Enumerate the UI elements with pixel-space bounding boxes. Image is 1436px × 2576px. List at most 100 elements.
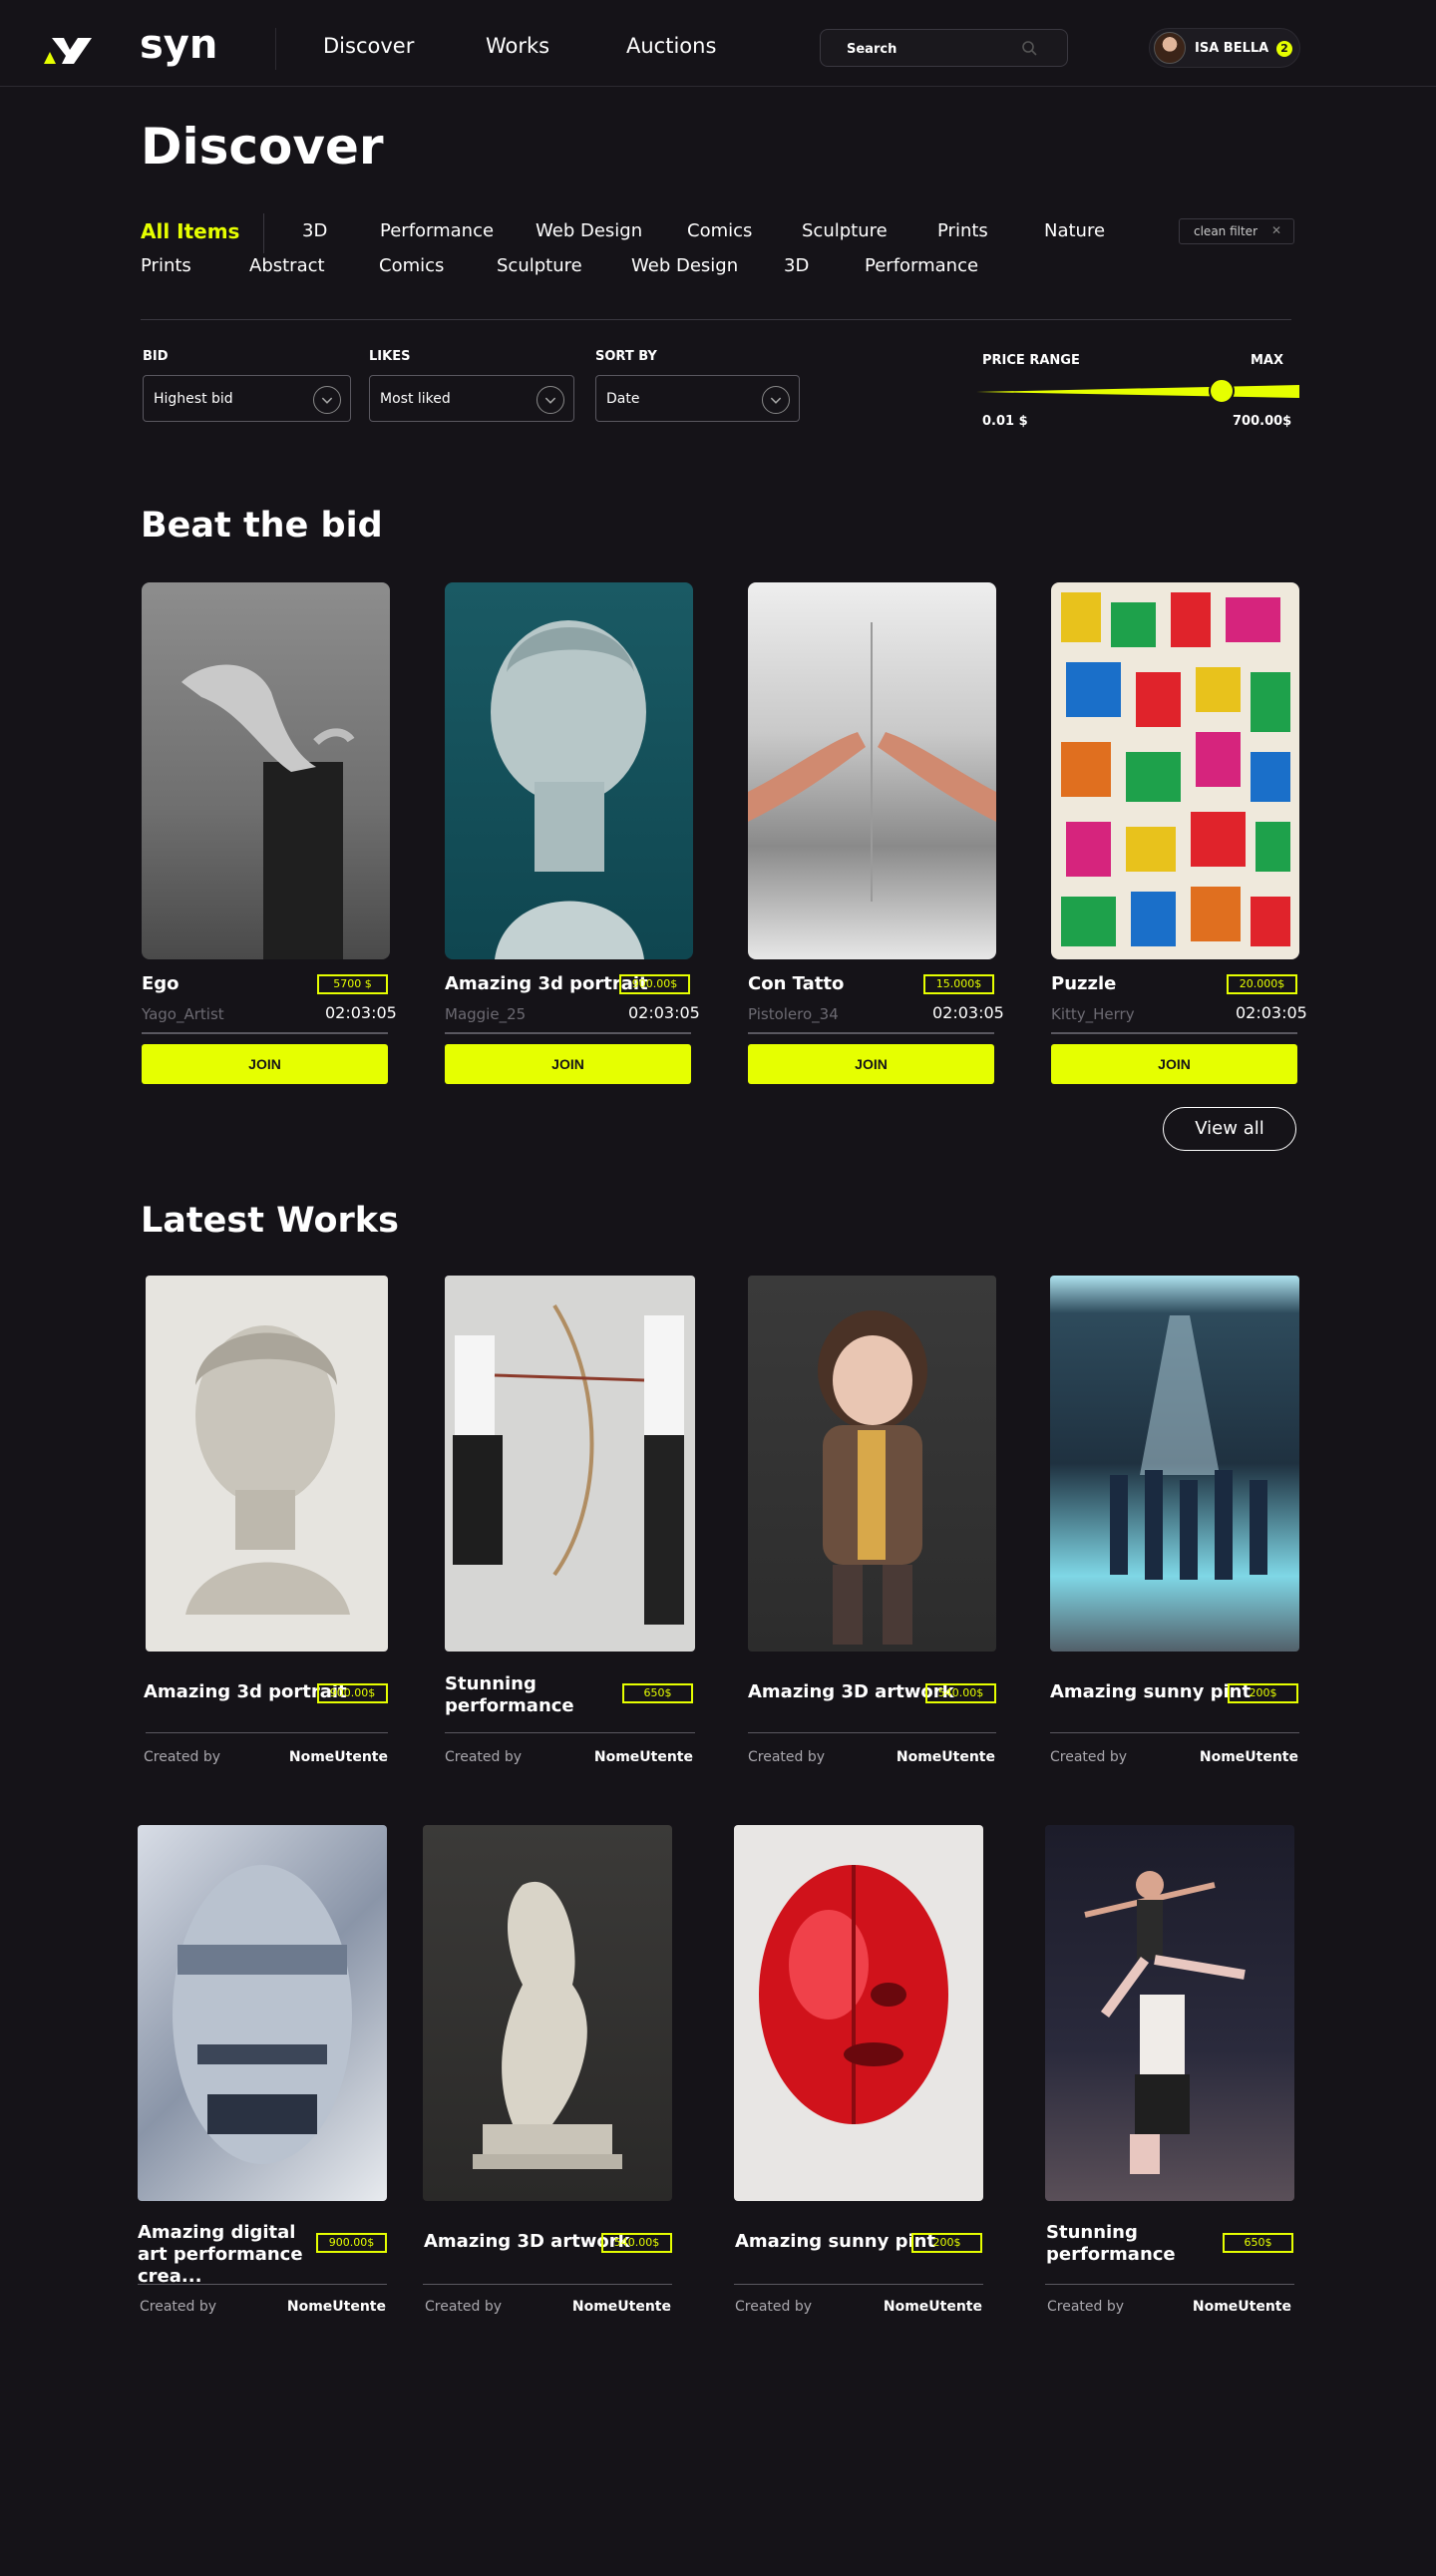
search-icon[interactable] bbox=[1020, 39, 1040, 59]
touching-hands-image bbox=[748, 622, 996, 902]
category-comics[interactable]: Comics bbox=[687, 220, 752, 241]
latest-works-title: Latest Works bbox=[141, 1201, 399, 1241]
mural-face-image bbox=[173, 1865, 352, 2164]
artwork-image[interactable] bbox=[1045, 1825, 1294, 2201]
card-divider bbox=[146, 1732, 388, 1733]
price-max-label: MAX bbox=[1251, 353, 1284, 368]
card-divider bbox=[748, 1732, 996, 1733]
created-by-label: Created by bbox=[144, 1749, 221, 1765]
card-title[interactable]: Amazing digital art performance crea... bbox=[138, 2222, 307, 2288]
search-input[interactable] bbox=[847, 39, 1016, 59]
creator-name[interactable]: NomeUtente bbox=[286, 2299, 386, 2315]
card-title[interactable]: Amazing 3D artwork bbox=[748, 1681, 954, 1702]
card-divider bbox=[142, 1032, 388, 1034]
created-by-label: Created by bbox=[1050, 1749, 1128, 1765]
3d-character-image bbox=[818, 1310, 927, 1645]
category-abstract[interactable]: Abstract bbox=[249, 255, 325, 276]
card-divider bbox=[138, 2284, 387, 2285]
user-menu[interactable]: ISA BELLA 2 bbox=[1149, 28, 1300, 68]
category-performance[interactable]: Performance bbox=[380, 220, 494, 241]
category-3d[interactable]: 3D bbox=[784, 255, 809, 276]
category-prints[interactable]: Prints bbox=[141, 255, 191, 276]
card-title[interactable]: Stunning performance bbox=[1046, 2222, 1206, 2266]
pop-art-figures-image bbox=[1061, 592, 1290, 946]
category-prints[interactable]: Prints bbox=[937, 220, 988, 241]
card-title[interactable]: Amazing 3D artwork bbox=[424, 2231, 630, 2252]
artwork-image-portrait[interactable] bbox=[445, 582, 693, 959]
artist-name[interactable]: Maggie_25 bbox=[445, 1005, 526, 1023]
marble-bust-image bbox=[491, 620, 646, 959]
view-all-button[interactable]: View all bbox=[1163, 1107, 1296, 1151]
card-title[interactable]: Stunning performance bbox=[445, 1673, 604, 1717]
price-tag: 650$ bbox=[622, 1683, 693, 1703]
join-button[interactable]: JOIN bbox=[142, 1044, 388, 1084]
filters-divider bbox=[141, 319, 1291, 320]
category-web-design[interactable]: Web Design bbox=[631, 255, 738, 276]
hand-sculpture-image bbox=[181, 664, 355, 959]
plaster-bust-image bbox=[185, 1325, 350, 1615]
creator-name[interactable]: NomeUtente bbox=[288, 1749, 388, 1765]
artwork-image-puzzle[interactable] bbox=[1051, 582, 1299, 959]
creator-name[interactable]: NomeUtente bbox=[571, 2299, 671, 2315]
card-divider bbox=[1045, 2284, 1294, 2285]
slider-handle[interactable] bbox=[1209, 379, 1235, 403]
category-3d[interactable]: 3D bbox=[302, 220, 327, 241]
logo-icon[interactable] bbox=[42, 34, 94, 66]
created-by-label: Created by bbox=[140, 2299, 217, 2315]
artwork-image[interactable] bbox=[423, 1825, 672, 2201]
creator-name[interactable]: NomeUtente bbox=[883, 2299, 982, 2315]
sort-select[interactable]: Date bbox=[595, 375, 800, 422]
nav-discover[interactable]: Discover bbox=[323, 34, 414, 58]
artwork-image[interactable] bbox=[748, 1276, 996, 1652]
created-by-label: Created by bbox=[735, 2299, 813, 2315]
category-performance[interactable]: Performance bbox=[865, 255, 978, 276]
top-nav: syn Discover Works Auctions ISA BELLA 2 bbox=[0, 0, 1436, 87]
creator-name[interactable]: NomeUtente bbox=[896, 1749, 995, 1765]
card-title[interactable]: Amazing sunny pint bbox=[1050, 1681, 1251, 1702]
category-sculpture[interactable]: Sculpture bbox=[802, 220, 888, 241]
page-title: Discover bbox=[141, 118, 384, 176]
artist-name[interactable]: Yago_Artist bbox=[142, 1005, 224, 1023]
card-title[interactable]: Amazing sunny pint bbox=[735, 2231, 935, 2252]
price-tag: 650$ bbox=[1223, 2233, 1293, 2253]
card-title[interactable]: Puzzle bbox=[1051, 973, 1116, 994]
price-max-value: 700.00$ bbox=[1233, 414, 1292, 429]
artwork-image[interactable] bbox=[146, 1276, 388, 1652]
card-title[interactable]: Con Tatto bbox=[748, 973, 844, 994]
category-nature[interactable]: Nature bbox=[1044, 220, 1105, 241]
join-button[interactable]: JOIN bbox=[445, 1044, 691, 1084]
nav-works[interactable]: Works bbox=[486, 34, 549, 58]
category-web-design[interactable]: Web Design bbox=[536, 220, 642, 241]
card-divider bbox=[445, 1732, 695, 1733]
join-button[interactable]: JOIN bbox=[748, 1044, 994, 1084]
countdown-timer: 02:03:05 bbox=[932, 1003, 1004, 1022]
artist-name[interactable]: Kitty_Herry bbox=[1051, 1005, 1135, 1023]
category-all-items[interactable]: All Items bbox=[141, 219, 239, 243]
artwork-image-ego[interactable] bbox=[142, 582, 390, 959]
brand-name[interactable]: syn bbox=[140, 22, 217, 68]
artwork-image-con-tatto[interactable] bbox=[748, 582, 996, 959]
price-range-slider[interactable] bbox=[976, 379, 1299, 403]
likes-select[interactable]: Most liked bbox=[369, 375, 574, 422]
clean-filter-button[interactable]: clean filter ✕ bbox=[1179, 218, 1294, 244]
card-divider bbox=[1051, 1032, 1297, 1034]
card-title[interactable]: Ego bbox=[142, 973, 180, 994]
marble-sculpture-group-image bbox=[473, 1881, 622, 2169]
join-button[interactable]: JOIN bbox=[1051, 1044, 1297, 1084]
creator-name[interactable]: NomeUtente bbox=[1192, 2299, 1291, 2315]
artwork-image[interactable] bbox=[445, 1276, 695, 1652]
category-sculpture[interactable]: Sculpture bbox=[497, 255, 582, 276]
artwork-image[interactable] bbox=[138, 1825, 387, 2201]
ballet-dancers-image bbox=[1084, 1871, 1246, 2174]
nav-auctions[interactable]: Auctions bbox=[626, 34, 716, 58]
creator-name[interactable]: NomeUtente bbox=[1199, 1749, 1298, 1765]
category-comics[interactable]: Comics bbox=[379, 255, 444, 276]
price-tag: 900.00$ bbox=[619, 974, 690, 994]
bid-select[interactable]: Highest bid bbox=[143, 375, 351, 422]
artwork-image[interactable] bbox=[734, 1825, 983, 2201]
creator-name[interactable]: NomeUtente bbox=[593, 1749, 693, 1765]
artist-name[interactable]: Pistolero_34 bbox=[748, 1005, 839, 1023]
artwork-image[interactable] bbox=[1050, 1276, 1299, 1652]
card-title[interactable]: Amazing 3d portrait bbox=[445, 973, 648, 994]
sort-label: SORT BY bbox=[595, 349, 657, 364]
